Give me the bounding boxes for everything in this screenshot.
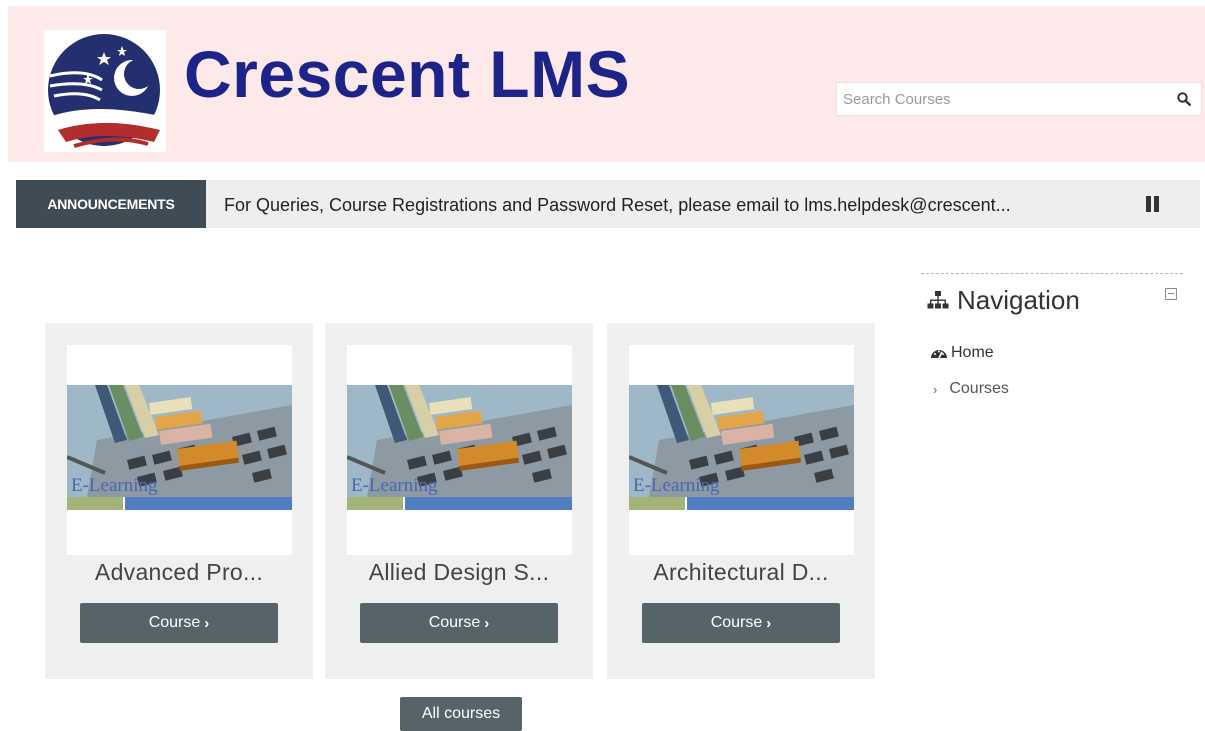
all-courses-button[interactable]: All courses <box>400 697 522 731</box>
course-button[interactable]: Course › <box>360 603 558 643</box>
chevron-right-icon: › <box>204 614 210 632</box>
pause-icon[interactable] <box>1146 196 1162 214</box>
search-input[interactable] <box>837 83 1167 115</box>
elearning-image <box>347 345 572 555</box>
dashboard-icon <box>931 350 947 359</box>
announcement-label: ANNOUNCEMENTS <box>16 180 206 228</box>
site-title[interactable]: Crescent LMS <box>184 34 630 114</box>
chevron-right-icon: › <box>484 614 490 632</box>
nav-item-label: Courses <box>949 380 1009 397</box>
elearning-image <box>629 345 854 555</box>
course-card: Architectural D... Course › <box>607 323 875 679</box>
course-title[interactable]: Allied Design S... <box>325 559 593 586</box>
collapse-block-icon[interactable] <box>1165 288 1177 300</box>
nav-item-courses[interactable]: › Courses <box>933 380 1009 398</box>
site-logo[interactable] <box>44 30 166 152</box>
search-icon <box>1177 92 1191 106</box>
announcement-bar: ANNOUNCEMENTS For Queries, Course Regist… <box>16 180 1200 228</box>
nav-item-label: Home <box>951 344 994 361</box>
elearning-image <box>67 345 292 555</box>
course-button-label: Course <box>148 614 201 631</box>
navigation-title: Navigation <box>957 284 1080 315</box>
course-button[interactable]: Course › <box>80 603 278 643</box>
chevron-right-icon: › <box>766 614 772 632</box>
course-button[interactable]: Course › <box>642 603 840 643</box>
nav-item-home[interactable]: Home <box>930 344 994 362</box>
chevron-right-icon: › <box>933 381 938 397</box>
navigation-block: Navigation Home › Courses <box>921 273 1183 397</box>
course-card: Allied Design S... Course › <box>325 323 593 679</box>
course-title[interactable]: Architectural D... <box>607 559 875 586</box>
course-image[interactable] <box>67 345 292 555</box>
announcement-text[interactable]: For Queries, Course Registrations and Pa… <box>224 180 1011 228</box>
course-title[interactable]: Advanced Pro... <box>45 559 313 586</box>
site-header: Crescent LMS <box>8 6 1205 162</box>
course-button-label: Course <box>428 614 481 631</box>
sitemap-icon <box>927 291 949 309</box>
crescent-moon-stars-logo <box>44 30 166 152</box>
search-button[interactable] <box>1171 87 1197 111</box>
navigation-header: Navigation <box>927 282 1080 318</box>
course-image[interactable] <box>347 345 572 555</box>
course-button-label: Course <box>710 614 763 631</box>
course-image[interactable] <box>629 345 854 555</box>
course-card: Advanced Pro... Course › <box>45 323 313 679</box>
search-box <box>836 82 1202 116</box>
